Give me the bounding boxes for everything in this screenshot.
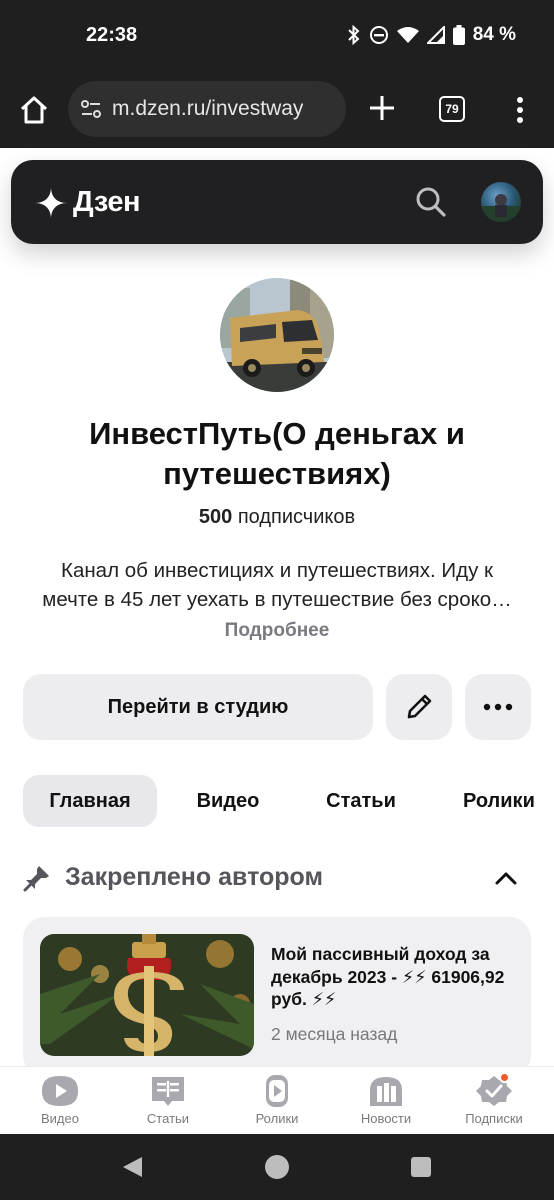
pinned-section-header: Закреплено автором (22, 860, 532, 896)
edit-channel-button[interactable] (386, 674, 452, 740)
nav-articles[interactable]: Статьи (123, 1073, 213, 1133)
channel-avatar (220, 278, 334, 392)
zen-star-icon (35, 186, 67, 219)
channel-description: Канал об инвестициях и путешествиях. Иду… (20, 556, 534, 614)
home-circle-icon[interactable] (264, 1154, 290, 1180)
subscribers-count: 500 подписчиков (0, 506, 554, 529)
articles-icon (152, 1077, 184, 1106)
channel-avatar-image (220, 278, 334, 392)
news-icon (370, 1077, 402, 1106)
go-to-studio-button[interactable]: Перейти в студию (23, 674, 373, 740)
system-navigation-bar (0, 1134, 554, 1200)
battery-percent: 84 % (472, 24, 516, 45)
nav-news-label: Новости (360, 1111, 412, 1126)
wifi-icon (396, 27, 419, 43)
pinned-post-card[interactable]: Мой пассивный доход за декабрь 2023 - ⚡⚡… (23, 917, 531, 1077)
home-icon[interactable] (18, 94, 50, 126)
more-options-button[interactable] (465, 674, 531, 740)
user-avatar[interactable] (481, 182, 521, 222)
post-date: 2 месяца назад (271, 1024, 398, 1044)
signal-icon (426, 26, 445, 44)
nav-subscriptions[interactable]: Подписки (449, 1072, 539, 1133)
tab-main[interactable]: Главная (23, 775, 157, 827)
shorts-icon (266, 1075, 288, 1107)
site-header: Дзен (11, 160, 543, 244)
channel-tabs: Главная Видео Статьи Ролики (23, 775, 554, 827)
more-dots-icon (483, 703, 513, 711)
description-line-1: Канал об инвестициях и путешествиях. Иду… (61, 559, 493, 582)
post-thumbnail (40, 934, 254, 1056)
tab-video[interactable]: Видео (179, 775, 277, 827)
nav-video-label: Видео (41, 1111, 79, 1126)
pinned-title: Закреплено автором (65, 863, 323, 891)
user-avatar-image (481, 194, 521, 222)
recents-icon[interactable] (410, 1156, 432, 1178)
bottom-navigation: Видео Статьи Ролики Новости Подписки (0, 1066, 554, 1134)
bluetooth-icon (347, 25, 360, 45)
video-icon (42, 1076, 78, 1106)
url-text: m.dzen.ru/investway (112, 97, 304, 120)
post-thumbnail-image (40, 934, 254, 1056)
pin-icon (23, 866, 49, 892)
nav-news[interactable]: Новости (341, 1073, 431, 1133)
nav-shorts-label: Ролики (255, 1111, 299, 1126)
new-tab-icon[interactable] (368, 94, 396, 122)
browser-menu-icon[interactable] (512, 96, 528, 124)
chevron-up-icon[interactable] (494, 866, 518, 890)
dnd-icon (369, 26, 388, 44)
zen-logo-text: Дзен (73, 186, 141, 218)
status-bar: 22:38 84 % (0, 0, 554, 72)
nav-video[interactable]: Видео (15, 1073, 105, 1133)
tab-articles[interactable]: Статьи (309, 775, 413, 827)
status-icons: 84 % (347, 24, 516, 46)
tab-shorts[interactable]: Ролики (443, 775, 553, 827)
battery-icon (452, 25, 465, 45)
address-bar[interactable]: m.dzen.ru/investway (68, 81, 346, 137)
subscribers-number: 500 (198, 506, 233, 528)
more-link[interactable]: Подробнее (0, 620, 554, 642)
nav-articles-label: Статьи (146, 1111, 190, 1126)
status-time: 22:38 (86, 24, 138, 46)
zen-logo[interactable]: Дзен (35, 186, 141, 219)
nav-shorts[interactable]: Ролики (232, 1073, 322, 1133)
back-icon[interactable] (120, 1155, 144, 1179)
site-settings-icon[interactable] (80, 98, 102, 120)
description-line-2: мечте в 45 лет уехать в путешествие без … (42, 588, 512, 611)
search-icon[interactable] (415, 186, 447, 218)
nav-subscriptions-label: Подписки (465, 1111, 523, 1126)
subscribers-label: подписчиков (237, 506, 356, 528)
post-title: Мой пассивный доход за декабрь 2023 - ⚡⚡… (271, 944, 505, 1009)
tab-switcher-button[interactable]: 79 (439, 96, 465, 122)
notification-dot (499, 1072, 510, 1083)
browser-toolbar: m.dzen.ru/investway 79 (0, 72, 554, 148)
pencil-icon (407, 694, 432, 719)
channel-name: ИнвестПуть(О деньгах и путешествиях) (89, 416, 465, 491)
